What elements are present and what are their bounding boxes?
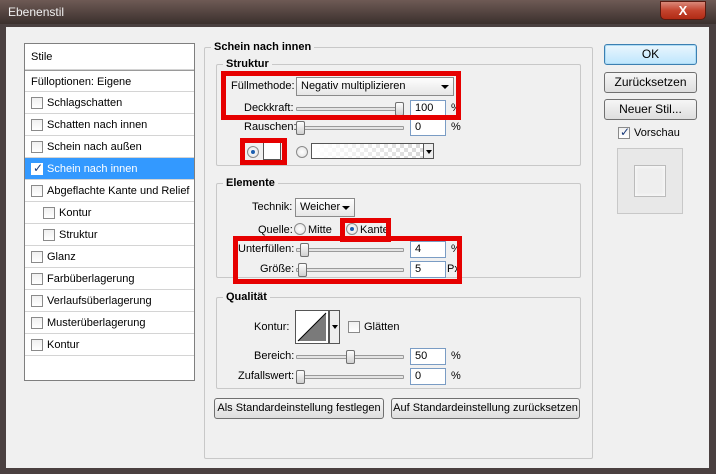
gradient-picker[interactable] — [311, 143, 425, 159]
style-item-label: Glanz — [47, 251, 76, 263]
new-style-button[interactable]: Neuer Stil... — [604, 99, 697, 120]
style-item-label: Schein nach außen — [47, 141, 142, 153]
style-item[interactable]: Glanz — [25, 246, 194, 268]
style-item-label: Kontur — [59, 207, 92, 219]
elements-title: Elemente — [223, 177, 278, 189]
jitter-slider-track[interactable] — [296, 375, 404, 379]
style-item[interactable]: Abgeflachte Kante und Relief — [25, 180, 194, 202]
range-slider-thumb[interactable] — [346, 350, 355, 364]
style-item-label: Schatten nach innen — [47, 119, 148, 131]
style-item[interactable]: Farbüberlagerung — [25, 268, 194, 290]
style-item[interactable]: Kontur — [25, 334, 194, 356]
make-default-button[interactable]: Als Standardeinstellung festlegen — [214, 398, 384, 419]
style-item-label: Abgeflachte Kante und Relief — [47, 185, 190, 197]
source-label: Quelle: — [258, 224, 293, 236]
preview-checkbox[interactable] — [618, 125, 630, 139]
source-center-radio[interactable] — [294, 223, 306, 235]
jitter-label: Zufallswert: — [238, 370, 295, 382]
structure-title: Struktur — [223, 58, 272, 70]
style-item-label: Kontur — [47, 339, 80, 351]
style-item[interactable]: Struktur — [25, 224, 194, 246]
blend-options-label: Fülloptionen: Eigene — [31, 76, 132, 88]
style-item[interactable]: Musterüberlagerung — [25, 312, 194, 334]
style-item-checkbox[interactable] — [31, 185, 43, 197]
range-unit: % — [451, 350, 461, 362]
noise-label: Rauschen: — [244, 121, 297, 133]
style-item-checkbox[interactable] — [31, 317, 43, 329]
style-item-checkbox[interactable] — [43, 207, 55, 219]
preview-thumbnail — [617, 148, 683, 214]
style-item[interactable]: Schein nach innen — [25, 158, 194, 180]
blend-options-item[interactable]: Fülloptionen: Eigene — [25, 70, 194, 92]
quality-title: Qualität — [223, 291, 270, 303]
style-item[interactable]: Verlaufsüberlagerung — [25, 290, 194, 312]
noise-unit: % — [451, 121, 461, 133]
reset-to-default-button[interactable]: Auf Standardeinstellung zurücksetzen — [391, 398, 580, 419]
style-item-checkbox[interactable] — [31, 119, 43, 131]
style-item[interactable]: Schein nach außen — [25, 136, 194, 158]
contour-label: Kontur: — [254, 321, 290, 333]
range-label: Bereich: — [254, 350, 295, 362]
style-item-checkbox[interactable] — [31, 251, 43, 263]
title-bar[interactable]: Ebenenstil X — [0, 0, 716, 24]
highlight-blend-opacity — [221, 71, 461, 120]
style-item-checkbox[interactable] — [31, 339, 43, 351]
dialog-client: Stile Fülloptionen: Eigene Schlagschatte… — [6, 27, 709, 468]
style-item[interactable]: Schlagschatten — [25, 92, 194, 114]
highlight-choke-size — [233, 236, 462, 284]
style-item-checkbox[interactable] — [31, 295, 43, 307]
chevron-down-icon — [332, 325, 338, 329]
range-input[interactable]: 50 — [410, 348, 446, 365]
technique-value: Weicher — [300, 201, 341, 213]
style-item-checkbox[interactable] — [43, 229, 55, 241]
noise-slider-thumb[interactable] — [296, 121, 305, 135]
contour-picker[interactable] — [295, 310, 329, 344]
highlight-color-swatch — [240, 138, 287, 165]
jitter-unit: % — [451, 370, 461, 382]
contour-dropdown[interactable] — [329, 310, 340, 344]
antialias-checkbox[interactable] — [348, 321, 360, 333]
style-item-label: Farbüberlagerung — [47, 273, 135, 285]
style-item-label: Verlaufsüberlagerung — [47, 295, 152, 307]
close-icon: X — [678, 3, 688, 18]
noise-input[interactable]: 0 — [410, 119, 446, 136]
reset-button[interactable]: Zurücksetzen — [604, 72, 697, 93]
noise-slider-track[interactable] — [296, 126, 404, 130]
style-item-checkbox[interactable] — [31, 97, 43, 109]
contour-curve-icon — [297, 312, 327, 342]
panel-title: Schein nach innen — [211, 41, 315, 53]
style-item[interactable]: Schatten nach innen — [25, 114, 194, 136]
layer-style-dialog: Ebenenstil X Stile Fülloptionen: Eigene … — [0, 0, 716, 474]
jitter-slider-thumb[interactable] — [296, 370, 305, 384]
technique-select[interactable]: Weicher — [295, 198, 355, 217]
style-item-label: Musterüberlagerung — [47, 317, 146, 329]
style-item-checkbox[interactable] — [31, 273, 43, 285]
preview-label: Vorschau — [634, 127, 680, 139]
style-item-label: Schlagschatten — [47, 97, 123, 109]
chevron-down-icon — [342, 206, 350, 210]
technique-label: Technik: — [252, 201, 293, 213]
ok-button[interactable]: OK — [604, 44, 697, 65]
window-title: Ebenenstil — [8, 5, 65, 19]
jitter-input[interactable]: 0 — [410, 368, 446, 385]
style-item-label: Struktur — [59, 229, 98, 241]
style-list-header-label: Stile — [31, 51, 53, 63]
chevron-down-icon — [426, 150, 432, 154]
gradient-dropdown[interactable] — [423, 143, 434, 159]
close-button[interactable]: X — [660, 1, 706, 20]
preview-square — [634, 165, 666, 197]
gradient-radio[interactable] — [296, 146, 308, 158]
antialias-label: Glätten — [364, 321, 400, 333]
style-item-label: Schein nach innen — [47, 163, 138, 175]
style-item[interactable]: Kontur — [25, 202, 194, 224]
style-item-checkbox[interactable] — [31, 161, 43, 175]
style-list-header[interactable]: Stile — [25, 44, 194, 70]
style-item-checkbox[interactable] — [31, 141, 43, 153]
source-center-label: Mitte — [308, 224, 332, 236]
style-list: Stile Fülloptionen: Eigene Schlagschatte… — [24, 43, 195, 381]
